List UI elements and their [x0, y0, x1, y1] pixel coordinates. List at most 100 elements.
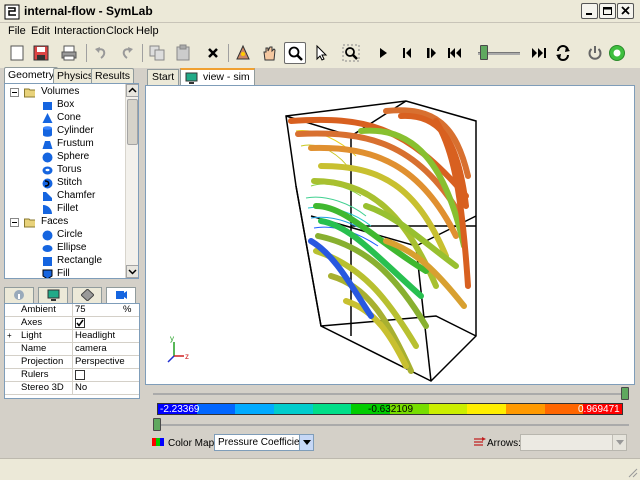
sphere-icon: [42, 152, 53, 163]
upper-threshold-slider[interactable]: [153, 393, 629, 395]
record-button[interactable]: [606, 42, 628, 64]
scroll-down-button[interactable]: [126, 265, 138, 278]
power-button[interactable]: [584, 42, 606, 64]
minimize-button[interactable]: [581, 3, 598, 19]
menu-help[interactable]: Help: [136, 25, 159, 37]
colormap-icon: [152, 438, 164, 446]
play-button[interactable]: [372, 42, 394, 64]
property-value[interactable]: No: [75, 382, 87, 393]
tree-item-box[interactable]: Box: [5, 99, 125, 112]
tab-geometry[interactable]: Geometry: [4, 67, 59, 84]
tree-group-volumes[interactable]: Volumes: [5, 86, 125, 99]
tree-item-chamfer[interactable]: Chamfer: [5, 190, 125, 203]
tree-item-ellipse[interactable]: Ellipse: [5, 242, 125, 255]
lower-threshold-slider[interactable]: [153, 424, 629, 426]
property-row-rulers[interactable]: Rulers: [5, 369, 139, 382]
property-row-projection[interactable]: Projection Perspective: [5, 356, 139, 369]
tree-item-circle[interactable]: Circle: [5, 229, 125, 242]
undo-button[interactable]: [90, 42, 112, 64]
skip-end-button[interactable]: [528, 42, 550, 64]
gear-icon: [609, 45, 625, 61]
scroll-up-button[interactable]: [126, 84, 138, 97]
skip-end-icon: [532, 48, 546, 58]
dropdown-button[interactable]: [612, 435, 626, 450]
delete-button[interactable]: [202, 42, 224, 64]
save-button[interactable]: [30, 42, 52, 64]
tree-item-sphere[interactable]: Sphere: [5, 151, 125, 164]
tree-item-fill[interactable]: Fill: [5, 268, 125, 278]
time-slider-thumb[interactable]: [479, 45, 488, 60]
tab-camera[interactable]: [106, 287, 136, 303]
menu-interaction[interactable]: Interaction: [54, 25, 105, 37]
property-value[interactable]: Perspective: [75, 356, 125, 367]
3d-viewport[interactable]: y z: [145, 85, 635, 385]
toolbar-separator: [86, 44, 87, 62]
tab-label: view - sim: [203, 71, 250, 83]
close-button[interactable]: [617, 3, 634, 19]
tree-item-stitch[interactable]: Stitch: [5, 177, 125, 190]
checkmark-icon: [76, 319, 84, 327]
tab-info[interactable]: [4, 287, 34, 303]
expand-icon[interactable]: +: [7, 331, 12, 340]
collapse-icon[interactable]: [10, 218, 19, 227]
zoom-button[interactable]: [284, 42, 306, 64]
resize-grip-icon[interactable]: [626, 466, 638, 478]
property-value[interactable]: 75: [75, 304, 86, 315]
collapse-icon[interactable]: [10, 88, 19, 97]
light-button[interactable]: [232, 42, 254, 64]
tree-group-faces[interactable]: Faces: [5, 216, 125, 229]
scroll-thumb[interactable]: [127, 99, 138, 145]
cone-icon: [42, 113, 53, 123]
pause-button[interactable]: [420, 42, 442, 64]
select-button[interactable]: [310, 42, 332, 64]
title-bar: internal-flow - SymLab: [0, 0, 640, 23]
property-row-axes[interactable]: Axes: [5, 317, 139, 330]
tree-scrollbar[interactable]: [125, 84, 138, 278]
window-title: internal-flow - SymLab: [24, 4, 153, 18]
tree-item-cylinder[interactable]: Cylinder: [5, 125, 125, 138]
loop-button[interactable]: [552, 42, 574, 64]
tree-item-frustum[interactable]: Frustum: [5, 138, 125, 151]
property-value[interactable]: Headlight: [75, 330, 115, 341]
tree-item-rectangle[interactable]: Rectangle: [5, 255, 125, 268]
colormap-select[interactable]: Pressure Coefficient: [214, 434, 314, 451]
redo-button[interactable]: [116, 42, 138, 64]
tree-item-cone[interactable]: Cone: [5, 112, 125, 125]
menu-file[interactable]: File: [8, 25, 26, 37]
new-button[interactable]: [6, 42, 28, 64]
paste-button[interactable]: [172, 42, 194, 64]
property-row-light[interactable]: + Light Headlight: [5, 330, 139, 343]
hand-button[interactable]: [258, 42, 280, 64]
tab-results[interactable]: Results: [91, 68, 135, 84]
column-divider: [72, 382, 73, 394]
torus-icon: [42, 166, 53, 175]
property-row-name[interactable]: Name camera: [5, 343, 139, 356]
tab-view[interactable]: [38, 287, 68, 303]
arrows-select[interactable]: [520, 434, 627, 451]
tab-view-sim[interactable]: view - sim: [180, 68, 255, 86]
tab-transform[interactable]: [72, 287, 102, 303]
menu-edit[interactable]: Edit: [31, 25, 50, 37]
tree-item-torus[interactable]: Torus: [5, 164, 125, 177]
property-row-stereo[interactable]: Stereo 3D No: [5, 382, 139, 395]
rulers-checkbox[interactable]: [75, 370, 85, 380]
menu-clock[interactable]: Clock: [106, 25, 134, 37]
axes-checkbox[interactable]: [75, 318, 85, 328]
step-back-button[interactable]: [396, 42, 418, 64]
tree-item-fillet[interactable]: Fillet: [5, 203, 125, 216]
property-value[interactable]: camera: [75, 343, 107, 354]
flow-visualization[interactable]: y z: [146, 86, 634, 384]
dropdown-button[interactable]: [299, 435, 313, 450]
lower-threshold-thumb[interactable]: [153, 418, 161, 431]
copy-button[interactable]: [146, 42, 168, 64]
toolbar: [0, 40, 640, 68]
maximize-button[interactable]: [599, 3, 616, 19]
tab-start[interactable]: Start: [147, 69, 180, 85]
property-name: Name: [21, 343, 47, 354]
rewind-button[interactable]: [444, 42, 466, 64]
print-button[interactable]: [58, 42, 80, 64]
property-row-ambient[interactable]: Ambient 75 %: [5, 304, 139, 317]
upper-threshold-thumb[interactable]: [621, 387, 629, 400]
zoom-fit-button[interactable]: [340, 42, 362, 64]
colorbar-segment: [428, 404, 468, 414]
